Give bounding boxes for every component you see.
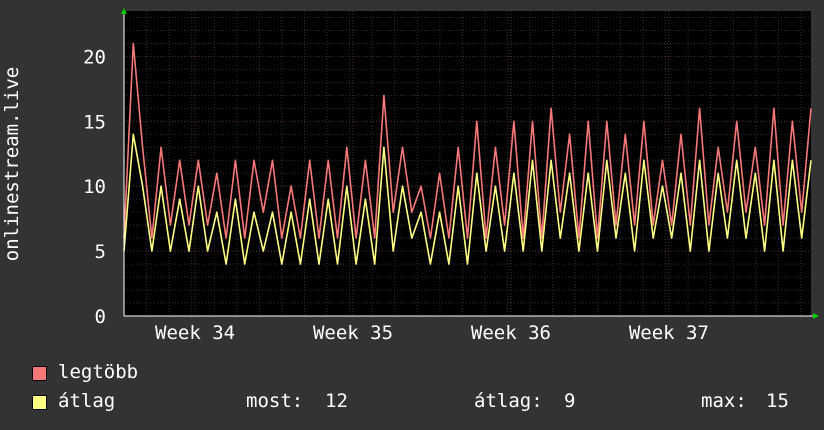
y-tick-label: 0	[95, 306, 106, 328]
y-tick-labels: 0 5 10 15 20	[83, 46, 106, 328]
legend-max-swatch	[32, 366, 47, 381]
legend-avg-label: átlag	[58, 390, 116, 412]
y-tick-label: 10	[83, 176, 106, 198]
y-tick-label: 20	[83, 46, 106, 68]
stat-max-label: max:	[701, 390, 747, 412]
stat-avg-value: 9	[564, 390, 576, 412]
x-tick-labels: Week 34 Week 35 Week 36 Week 37	[155, 322, 709, 344]
x-tick-label: Week 37	[629, 322, 709, 344]
stat-max-value: 15	[766, 390, 789, 412]
x-axis-arrow-icon	[813, 313, 819, 319]
plot-area	[124, 11, 811, 316]
stat-most-value: 12	[325, 390, 348, 412]
stat-avg-label: átlag:	[474, 390, 543, 412]
y-tick-label: 15	[83, 111, 106, 133]
y-tick-label: 5	[95, 241, 106, 263]
x-tick-label: Week 36	[471, 322, 551, 344]
y-axis-label: onlinestream.live	[1, 67, 23, 261]
stat-most-label: most:	[246, 390, 304, 412]
x-tick-label: Week 34	[155, 322, 235, 344]
legend-avg-swatch	[32, 395, 47, 410]
x-tick-label: Week 35	[313, 322, 393, 344]
legend-max-label: legtöbb	[58, 361, 139, 383]
